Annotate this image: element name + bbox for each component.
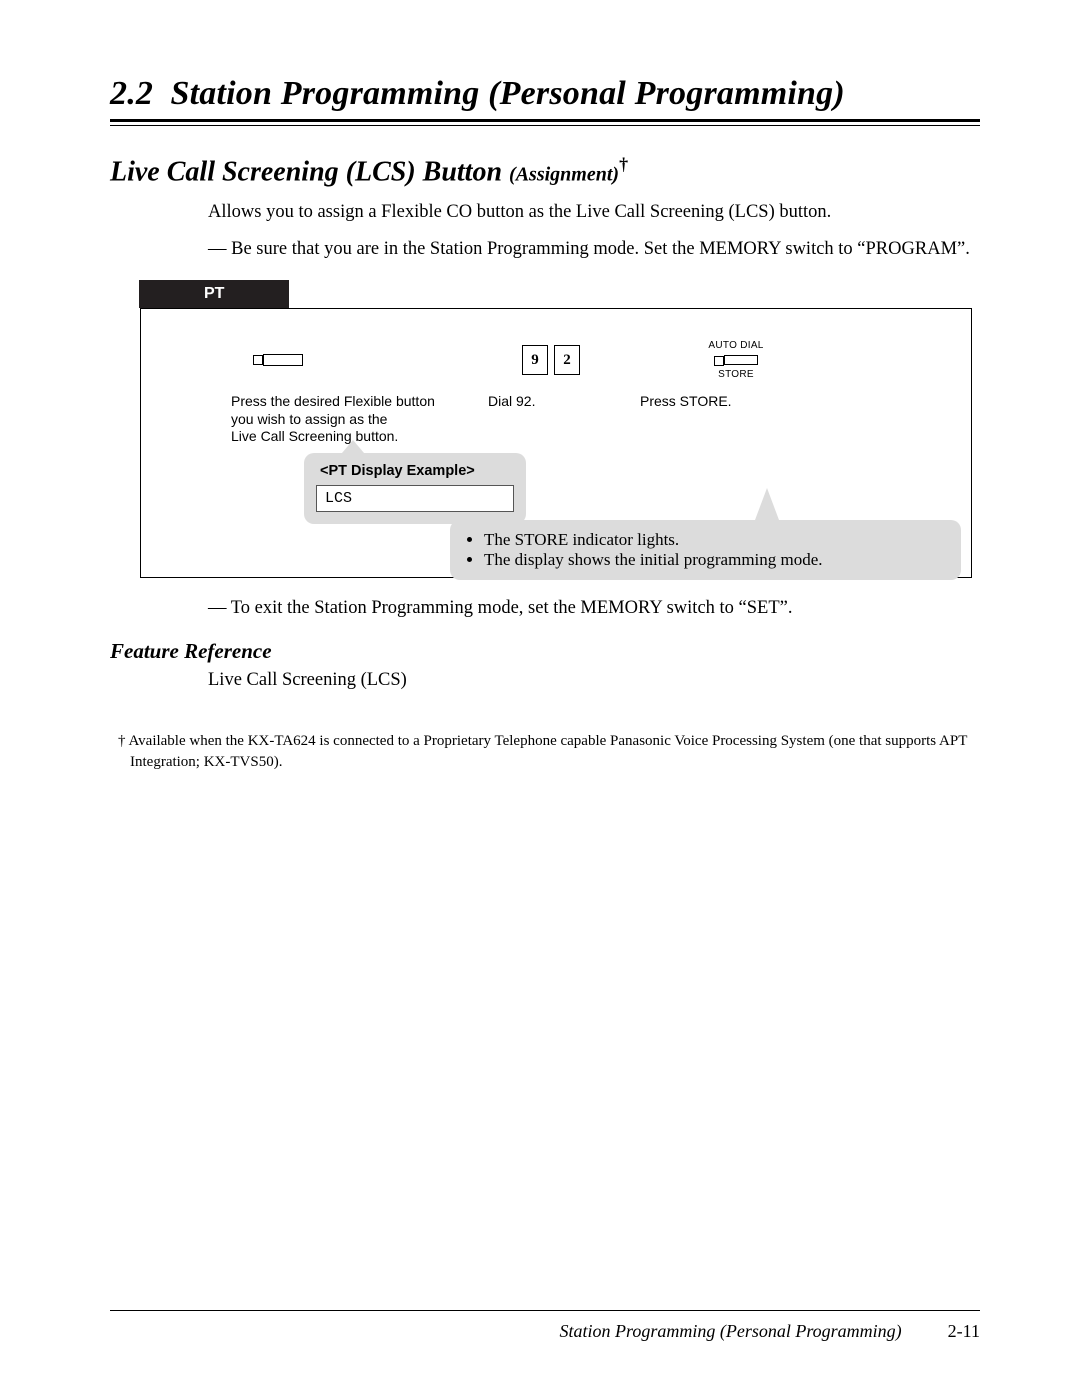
store-top-label: AUTO DIAL: [708, 340, 763, 351]
step1-line3: Live Call Screening button.: [231, 428, 398, 444]
step3-text: Press STORE.: [636, 393, 836, 411]
emdash: —: [208, 598, 227, 618]
flexible-button-icon: [253, 351, 303, 369]
store-button-area: AUTO DIAL STORE: [636, 335, 836, 385]
step-dial-92: 9 2 Dial 92.: [466, 335, 636, 411]
footnote: † Available when the KX-TA624 is connect…: [110, 731, 980, 772]
feature-reference-item: Live Call Screening (LCS): [208, 670, 980, 691]
page-footer: Station Programming (Personal Programmin…: [110, 1310, 980, 1342]
dial-key-9: 9: [522, 345, 548, 375]
intro-paragraph-1: Allows you to assign a Flexible CO butto…: [208, 200, 980, 225]
subsection-title: Live Call Screening (LCS) Button (Assign…: [110, 154, 980, 188]
footer-title: Station Programming (Personal Programmin…: [560, 1321, 902, 1342]
button-body-icon: [263, 354, 303, 366]
feature-reference-heading: Feature Reference: [110, 639, 980, 664]
after-box: — To exit the Station Programming mode, …: [208, 598, 980, 619]
dial-keys-area: 9 2: [466, 335, 636, 385]
callout-arrow-icon: [755, 488, 779, 520]
step1-line2: you wish to assign as the: [231, 411, 387, 427]
exit-instruction: — To exit the Station Programming mode, …: [208, 598, 980, 619]
pt-tab: PT: [139, 280, 289, 308]
store-button-icon: [714, 352, 758, 368]
callout-arrow-icon: [342, 440, 364, 453]
subsection-title-small: (Assignment): [509, 163, 619, 185]
store-body-icon: [724, 355, 758, 365]
flexible-button-icon-area: [231, 335, 488, 385]
section-number: 2.2: [110, 75, 153, 112]
steps-row: Press the desired Flexible button you wi…: [141, 309, 971, 456]
emdash: —: [208, 239, 227, 259]
footnote-mark: †: [118, 733, 126, 749]
page-number: 2-11: [948, 1321, 980, 1342]
title-rule: [110, 119, 980, 126]
section-title-text: Station Programming (Personal Programmin…: [171, 75, 845, 112]
intro-paragraph-2: — Be sure that you are in the Station Pr…: [208, 237, 980, 262]
store-led-icon: [714, 356, 724, 366]
note-1: The STORE indicator lights.: [484, 530, 947, 550]
display-example-value: LCS: [316, 485, 514, 512]
step1-line1: Press the desired Flexible button: [231, 393, 435, 409]
store-notes: The STORE indicator lights. The display …: [450, 520, 961, 580]
footnote-text: Available when the KX-TA624 is connected…: [128, 733, 967, 769]
subsection-title-main: Live Call Screening (LCS) Button: [110, 156, 502, 187]
note-2: The display shows the initial programmin…: [484, 550, 947, 570]
display-example-title: <PT Display Example>: [320, 463, 514, 479]
step-press-store: AUTO DIAL STORE Press STORE.: [636, 335, 836, 411]
intro-block: Allows you to assign a Flexible CO butto…: [208, 200, 980, 262]
dial-key-2: 2: [554, 345, 580, 375]
footer-rule: [110, 1310, 980, 1311]
pt-procedure: PT Press the desired Flexible button you…: [140, 280, 972, 578]
section-title: 2.2 Station Programming (Personal Progra…: [110, 75, 980, 113]
exit-text: To exit the Station Programming mode, se…: [231, 598, 793, 618]
store-bottom-label: STORE: [718, 369, 754, 380]
step2-text: Dial 92.: [466, 393, 636, 411]
step1-text: Press the desired Flexible button you wi…: [231, 393, 435, 446]
step-press-flexible: Press the desired Flexible button you wi…: [231, 335, 466, 446]
page: 2.2 Station Programming (Personal Progra…: [0, 0, 1080, 1397]
pt-display-example: <PT Display Example> LCS: [304, 453, 526, 524]
intro-p2-text: Be sure that you are in the Station Prog…: [231, 239, 970, 259]
pt-box: Press the desired Flexible button you wi…: [140, 308, 972, 578]
led-icon: [253, 355, 263, 365]
dagger-mark: †: [619, 154, 628, 174]
